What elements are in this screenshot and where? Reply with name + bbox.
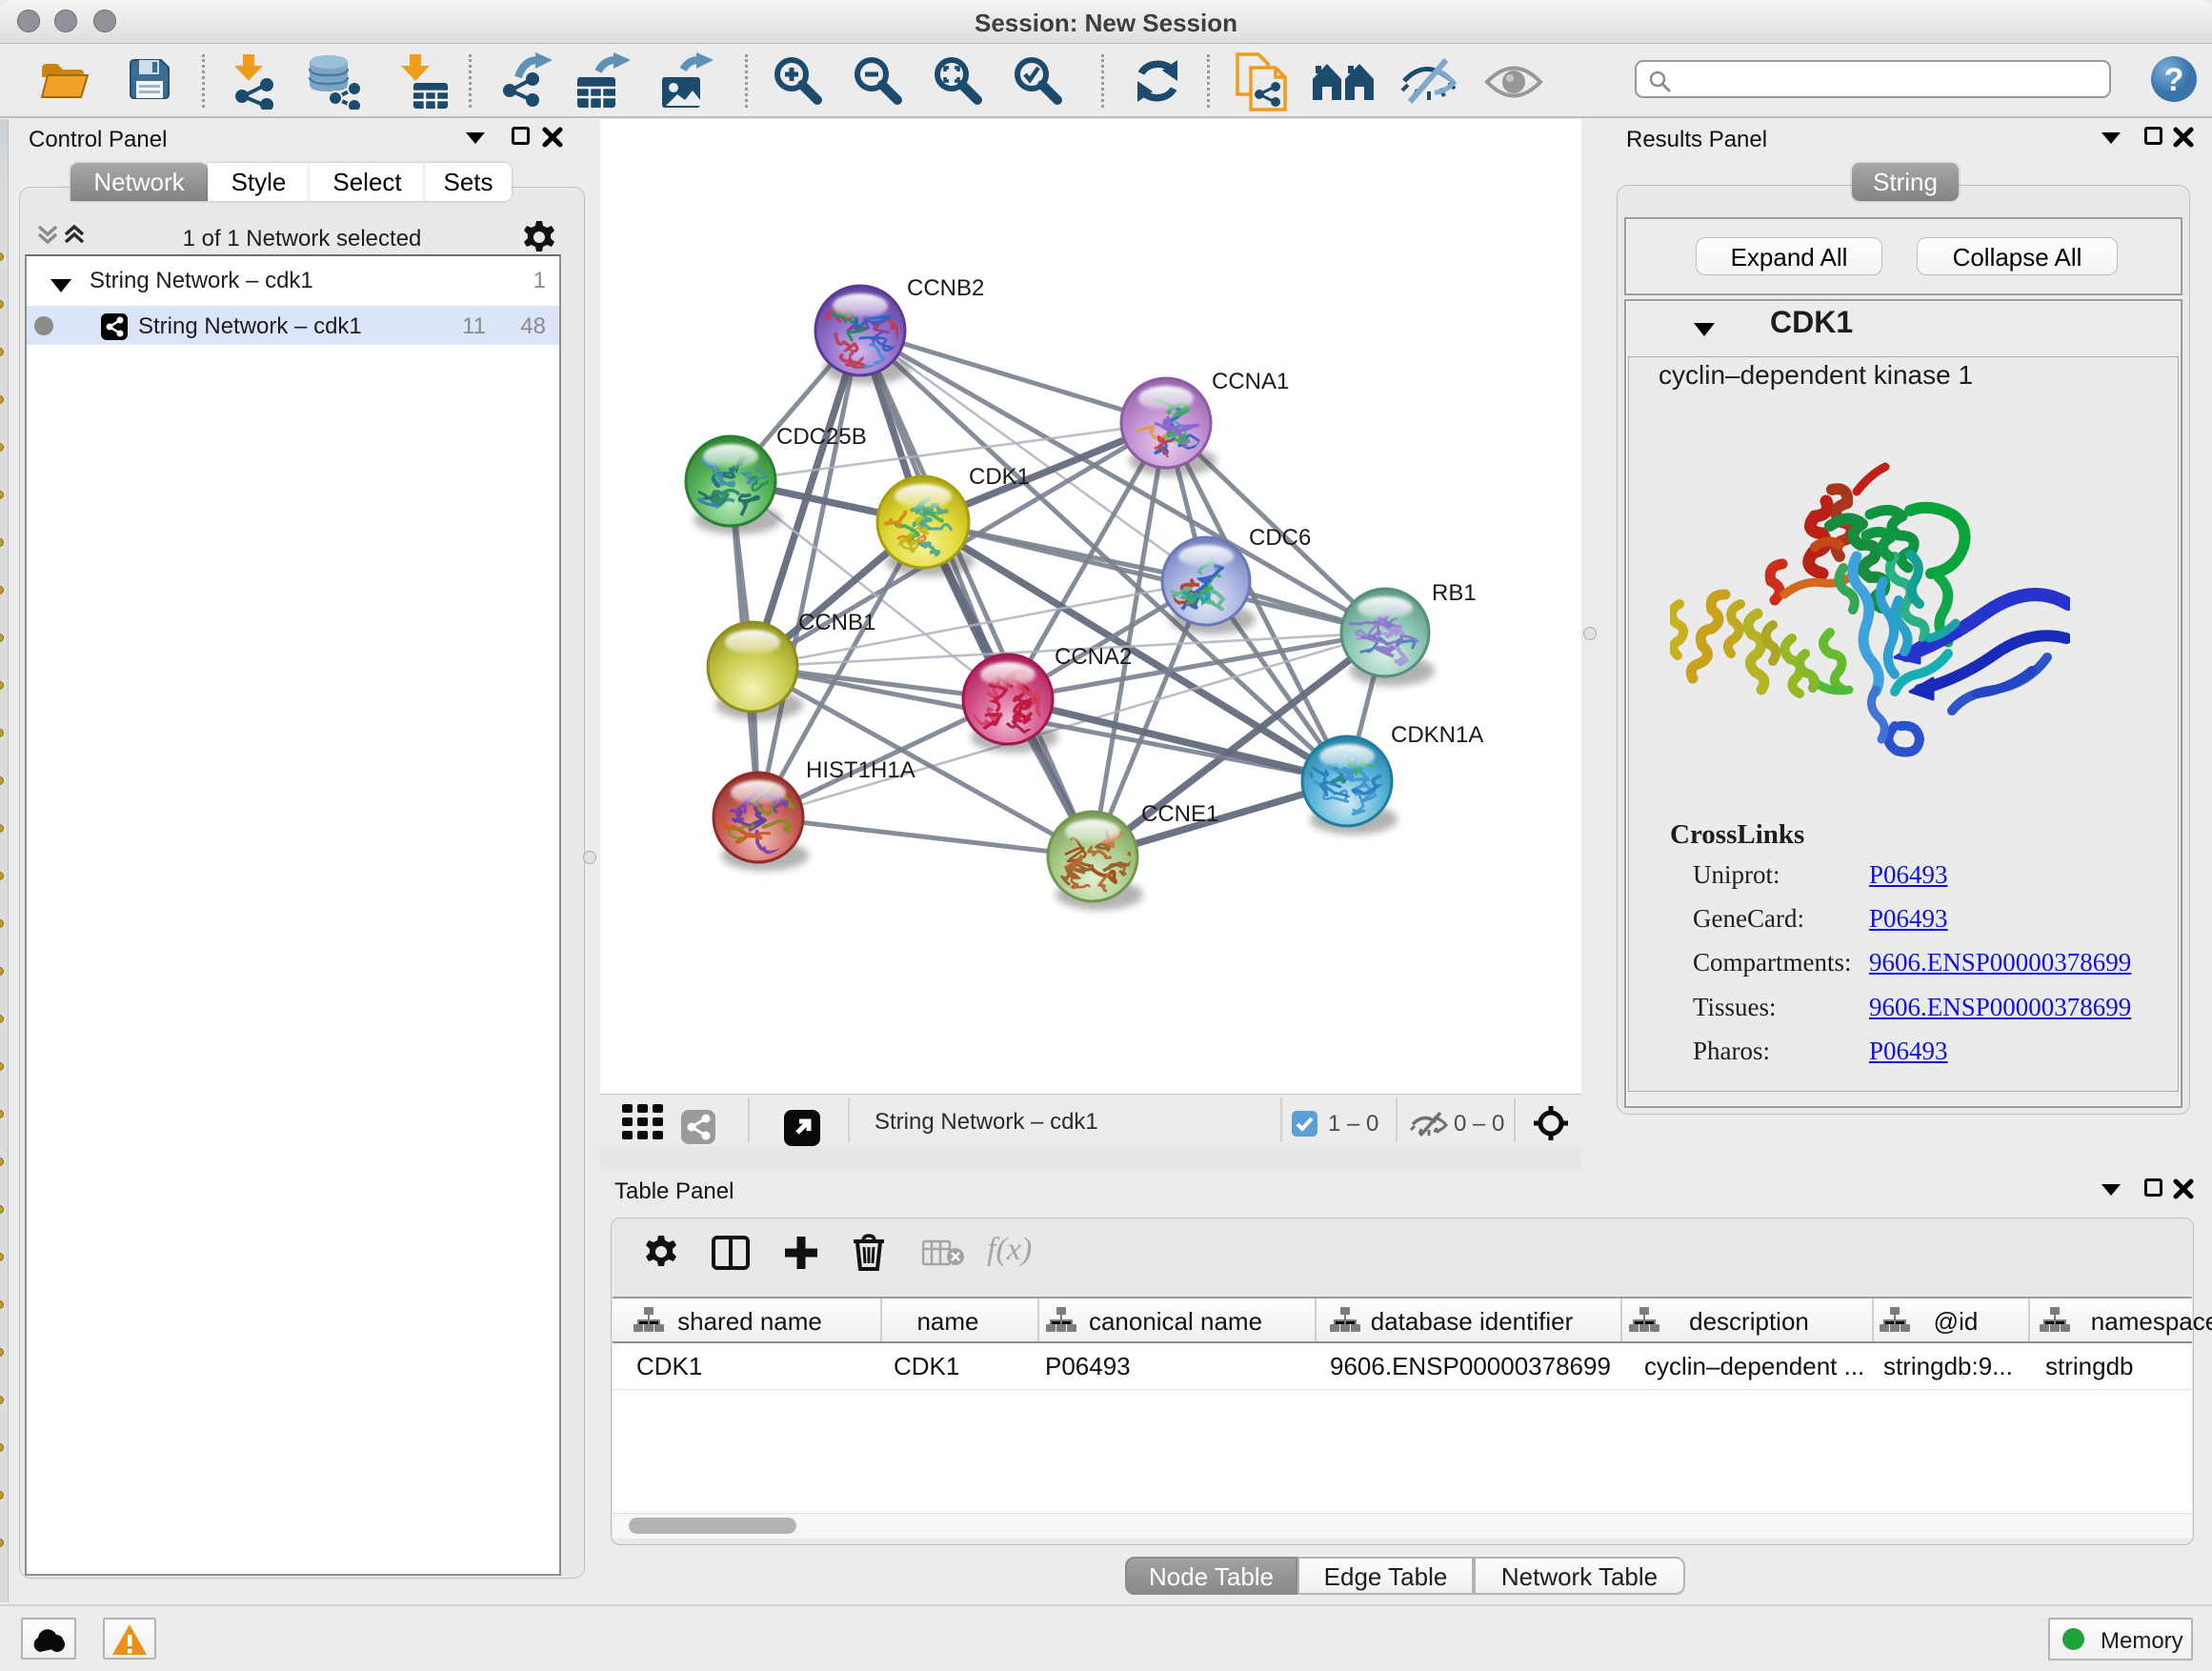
svg-text:HIST1H1A: HIST1H1A — [806, 757, 915, 783]
svg-text:?: ? — [2164, 62, 2184, 98]
svg-text:CDK1: CDK1 — [969, 464, 1030, 490]
svg-text:CCNB2: CCNB2 — [907, 275, 984, 301]
svg-text:CCNB1: CCNB1 — [798, 610, 875, 635]
svg-text:RB1: RB1 — [1432, 580, 1477, 606]
svg-text:CDC25B: CDC25B — [776, 424, 867, 450]
svg-text:CDKN1A: CDKN1A — [1391, 722, 1483, 748]
svg-text:CCNE1: CCNE1 — [1141, 801, 1218, 827]
svg-text:CCNA2: CCNA2 — [1055, 644, 1132, 670]
svg-text:CCNA1: CCNA1 — [1212, 369, 1289, 394]
svg-text:CDC6: CDC6 — [1249, 525, 1311, 551]
